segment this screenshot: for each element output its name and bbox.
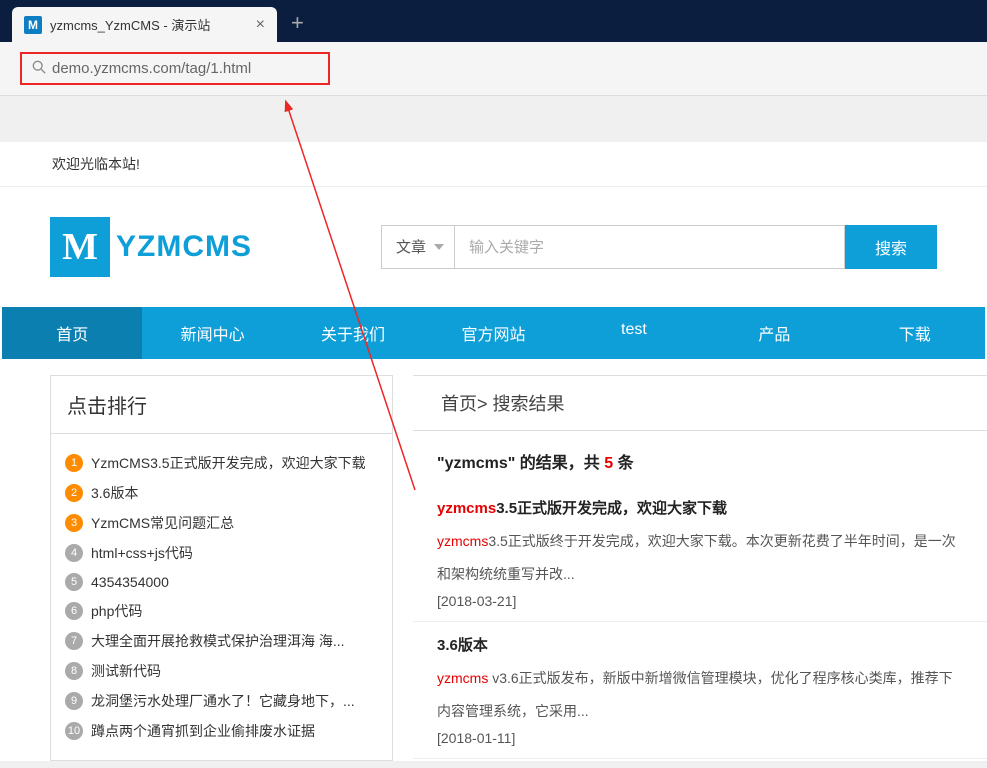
list-item[interactable]: 8测试新代码: [65, 656, 378, 686]
rank-badge: 8: [65, 662, 83, 680]
tab-favicon: M: [24, 16, 42, 34]
browser-tab[interactable]: M yzmcms_YzmCMS - 演示站 ×: [12, 7, 277, 42]
tab-title: yzmcms_YzmCMS - 演示站: [50, 15, 248, 34]
search-result: yzmcms3.5正式版开发完成，欢迎大家下载 yzmcms3.5正式版终于开发…: [413, 485, 987, 622]
rank-badge: 3: [65, 514, 83, 532]
rank-badge: 10: [65, 722, 83, 740]
list-item[interactable]: 7大理全面开展抢救模式保护治理洱海 海...: [65, 626, 378, 656]
nav-about[interactable]: 关于我们: [283, 307, 423, 359]
breadcrumb-home[interactable]: 首页: [441, 394, 477, 414]
rank-badge: 4: [65, 544, 83, 562]
search-icon: [32, 60, 46, 77]
nav-products[interactable]: 产品: [704, 307, 844, 359]
result-title[interactable]: 3.6版本: [437, 634, 963, 655]
list-item[interactable]: 3YzmCMS常见问题汇总: [65, 508, 378, 538]
list-item[interactable]: 23.6版本: [65, 478, 378, 508]
list-item[interactable]: 9龙洞堡污水处理厂通水了！它藏身地下，...: [65, 686, 378, 716]
nav-news[interactable]: 新闻中心: [142, 307, 282, 359]
rank-badge: 9: [65, 692, 83, 710]
url-highlight-box: demo.yzmcms.com/tag/1.html: [20, 52, 330, 85]
page-header: M YZMCMS 文章 搜索: [0, 187, 987, 307]
list-item[interactable]: 10蹲点两个通宵抓到企业偷排废水证据: [65, 716, 378, 746]
nav-home[interactable]: 首页: [2, 307, 142, 359]
nav-official[interactable]: 官方网站: [423, 307, 563, 359]
breadcrumb: 首页> 搜索结果: [413, 376, 987, 431]
search-input[interactable]: [455, 225, 845, 269]
list-item[interactable]: 6php代码: [65, 596, 378, 626]
url-text[interactable]: demo.yzmcms.com/tag/1.html: [52, 60, 251, 77]
welcome-text: 欢迎光临本站!: [0, 142, 987, 187]
browser-tab-bar: M yzmcms_YzmCMS - 演示站 × +: [0, 0, 987, 42]
logo-text: YZMCMS: [116, 230, 252, 264]
result-desc: yzmcms3.5正式版终于开发完成，欢迎大家下载。本次更新花费了半年时间，是一…: [437, 528, 963, 555]
close-icon[interactable]: ×: [256, 16, 265, 34]
rank-list: 1YzmCMS3.5正式版开发完成，欢迎大家下载 23.6版本 3YzmCMS常…: [51, 434, 392, 760]
search-form: 文章 搜索: [381, 225, 937, 269]
result-desc: yzmcms v3.6正式版发布，新版中新增微信管理模块，优化了程序核心类库，推…: [437, 665, 963, 692]
list-item[interactable]: 1YzmCMS3.5正式版开发完成，欢迎大家下载: [65, 448, 378, 478]
result-desc: 内容管理系统，它采用...: [437, 698, 963, 725]
results-summary: "yzmcms" 的结果，共 5 条: [413, 431, 987, 485]
main-content: 首页> 搜索结果 "yzmcms" 的结果，共 5 条 yzmcms3.5正式版…: [413, 375, 987, 761]
rank-badge: 6: [65, 602, 83, 620]
rank-badge: 2: [65, 484, 83, 502]
search-category-select[interactable]: 文章: [381, 225, 455, 269]
rank-badge: 7: [65, 632, 83, 650]
result-desc: 和架构统统重写并改...: [437, 561, 963, 588]
rank-badge: 1: [65, 454, 83, 472]
list-item[interactable]: 4html+css+js代码: [65, 538, 378, 568]
search-button[interactable]: 搜索: [845, 225, 937, 269]
address-bar: demo.yzmcms.com/tag/1.html: [0, 42, 987, 96]
sidebar-title: 点击排行: [51, 376, 392, 434]
logo-icon: M: [50, 217, 110, 277]
nav-download[interactable]: 下载: [845, 307, 985, 359]
list-item[interactable]: 54354354000: [65, 568, 378, 596]
result-date: [2018-03-21]: [437, 593, 963, 609]
breadcrumb-current: 搜索结果: [493, 394, 565, 414]
result-date: [2018-01-11]: [437, 730, 963, 746]
site-logo[interactable]: M YZMCMS: [50, 217, 252, 277]
nav-test[interactable]: test: [564, 307, 704, 359]
result-title[interactable]: yzmcms3.5正式版开发完成，欢迎大家下载: [437, 497, 963, 518]
new-tab-button[interactable]: +: [277, 4, 318, 42]
sidebar: 点击排行 1YzmCMS3.5正式版开发完成，欢迎大家下载 23.6版本 3Yz…: [50, 375, 393, 761]
search-result: 3.6版本 yzmcms v3.6正式版发布，新版中新增微信管理模块，优化了程序…: [413, 622, 987, 759]
main-nav: 首页 新闻中心 关于我们 官方网站 test 产品 下载: [2, 307, 985, 359]
rank-badge: 5: [65, 573, 83, 591]
